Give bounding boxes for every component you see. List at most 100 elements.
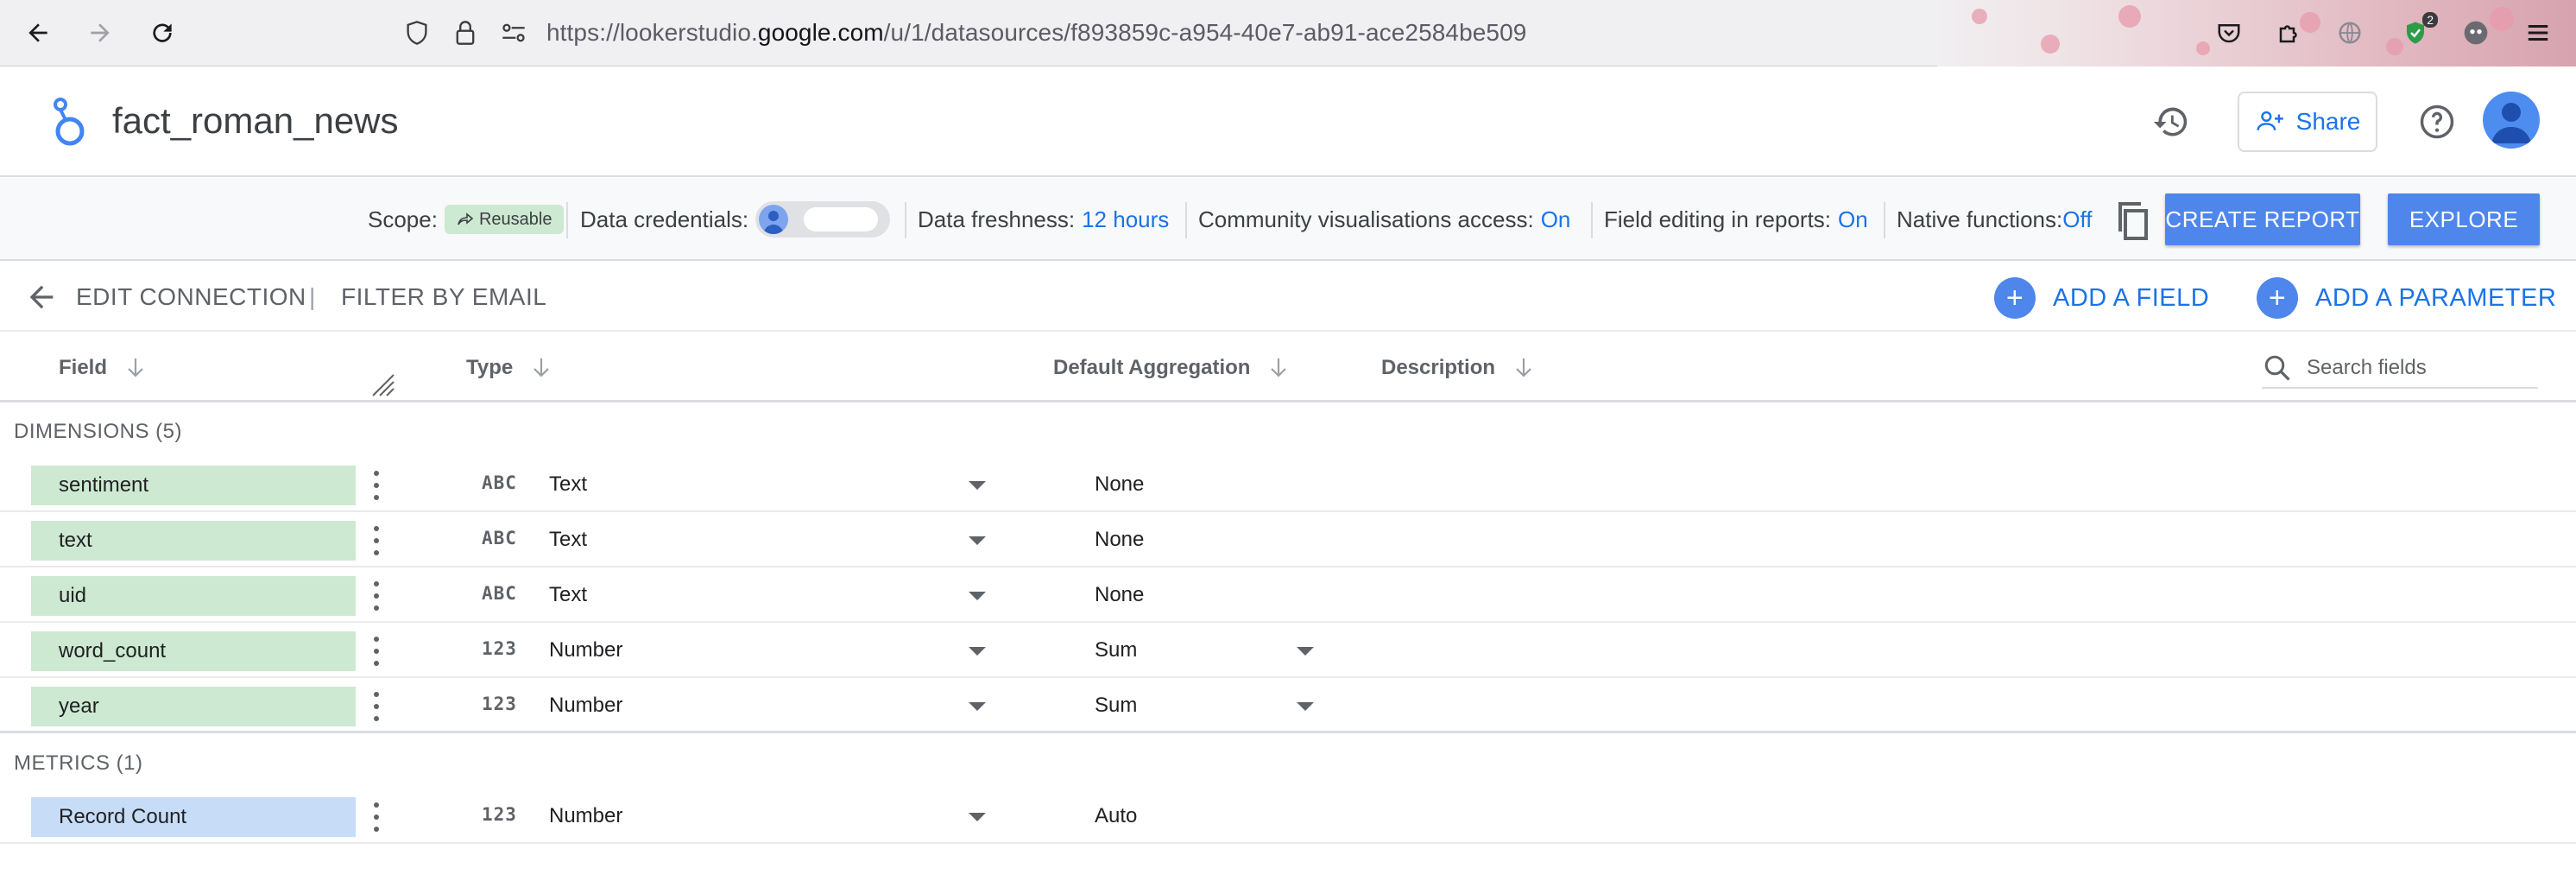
search-fields-box: [2262, 349, 2538, 389]
type-dropdown-arrow-icon[interactable]: [969, 536, 986, 545]
community-vis-setting: Community visualisations access: On: [1198, 178, 1570, 261]
address-bar[interactable]: https://lookerstudio.google.com/u/1/data…: [401, 10, 1955, 55]
type-select[interactable]: Text: [549, 528, 587, 552]
type-select[interactable]: Number: [549, 804, 622, 828]
type-dropdown-arrow-icon[interactable]: [969, 647, 986, 656]
aggregation-select[interactable]: Sum: [1095, 694, 1137, 718]
explore-button[interactable]: EXPLORE: [2388, 193, 2540, 245]
sort-arrow-icon: [534, 358, 550, 377]
metrics-section-label: METRICS (1): [14, 751, 143, 775]
app-header: fact_roman_news Share: [0, 67, 2576, 177]
field-name-pill[interactable]: sentiment: [31, 466, 356, 505]
add-field-button[interactable]: + ADD A FIELD: [1994, 276, 2209, 320]
version-history-icon[interactable]: [2150, 100, 2193, 143]
add-field-label: ADD A FIELD: [2053, 283, 2210, 312]
add-parameter-button[interactable]: + ADD A PARAMETER: [2257, 276, 2556, 320]
more-options-icon[interactable]: [369, 802, 383, 832]
type-select[interactable]: Text: [549, 472, 587, 497]
column-resize-handle-icon[interactable]: [371, 373, 395, 397]
column-header-field[interactable]: Field: [59, 356, 145, 380]
more-options-icon[interactable]: [369, 692, 383, 721]
account-avatar[interactable]: [2483, 92, 2540, 149]
credentials-owner-selector[interactable]: [755, 201, 891, 238]
freshness-value-link[interactable]: 12 hours: [1082, 206, 1169, 233]
menu-hamburger-icon[interactable]: [2521, 16, 2555, 50]
more-options-icon[interactable]: [369, 526, 383, 555]
more-options-icon[interactable]: [369, 471, 383, 500]
native-label: Native functions:: [1897, 206, 2063, 232]
create-report-button[interactable]: CREATE REPORT: [2165, 193, 2360, 245]
field-editing-label: Field editing in reports:: [1604, 206, 1832, 232]
plus-icon: +: [2257, 277, 2298, 319]
scope-label: Scope:: [368, 206, 438, 232]
search-icon: [2264, 355, 2290, 381]
reusable-chip[interactable]: Reusable: [444, 205, 565, 234]
edit-connection-link[interactable]: EDIT CONNECTION: [76, 283, 306, 311]
lock-icon[interactable]: [450, 17, 481, 48]
globe-icon[interactable]: [2333, 16, 2367, 50]
aggregation-dropdown-arrow-icon[interactable]: [1297, 702, 1314, 711]
divider: [1591, 202, 1593, 238]
community-value-link[interactable]: On: [1541, 206, 1571, 233]
field-name-pill[interactable]: Record Count: [31, 797, 356, 837]
copy-data-source-icon[interactable]: [2113, 200, 2151, 242]
share-button[interactable]: Share: [2238, 92, 2377, 152]
type-dropdown-arrow-icon[interactable]: [969, 592, 986, 600]
freshness-label: Data freshness:: [918, 206, 1076, 232]
browser-toolbar: https://lookerstudio.google.com/u/1/data…: [0, 0, 2576, 67]
aggregation-value: None: [1095, 472, 1145, 496]
site-permissions-icon[interactable]: [498, 17, 529, 48]
text-type-icon: ABC: [482, 583, 517, 604]
field-editing-value-link[interactable]: On: [1838, 206, 1868, 233]
search-fields-input[interactable]: [2307, 356, 2522, 380]
url-text: https://lookerstudio.google.com/u/1/data…: [546, 19, 1527, 46]
type-select[interactable]: Number: [549, 638, 622, 662]
field-name-pill[interactable]: word_count: [31, 631, 356, 671]
sort-arrow-icon: [1271, 358, 1287, 377]
share-label: Share: [2295, 108, 2361, 135]
account-extension-icon[interactable]: [2459, 16, 2493, 50]
more-options-icon[interactable]: [369, 637, 383, 666]
type-select[interactable]: Number: [549, 694, 622, 718]
forward-icon[interactable]: [83, 16, 117, 50]
freshness-setting: Data freshness: 12 hours: [918, 178, 1169, 261]
filter-by-email-link[interactable]: FILTER BY EMAIL: [341, 283, 546, 311]
pocket-icon[interactable]: [2212, 16, 2246, 50]
back-icon[interactable]: [21, 16, 55, 50]
field-name-pill[interactable]: year: [31, 687, 356, 726]
field-row: year 123 Number Sum: [0, 678, 2576, 733]
aggregation-dropdown-arrow-icon[interactable]: [1297, 647, 1314, 656]
field-row: uid ABC Text None: [0, 567, 2576, 623]
type-select[interactable]: Text: [549, 583, 587, 607]
reload-icon[interactable]: [145, 16, 180, 50]
column-header-default-aggregation[interactable]: Default Aggregation: [1053, 356, 1288, 380]
divider: [1185, 202, 1187, 238]
field-name-pill[interactable]: text: [31, 521, 356, 561]
help-icon[interactable]: [2415, 100, 2459, 143]
more-options-icon[interactable]: [369, 581, 383, 611]
type-dropdown-arrow-icon[interactable]: [969, 813, 986, 821]
native-value-link[interactable]: Off: [2062, 206, 2092, 233]
type-dropdown-arrow-icon[interactable]: [969, 481, 986, 490]
column-header-description[interactable]: Description: [1381, 356, 1533, 380]
text-type-icon: ABC: [482, 528, 517, 548]
divider: [566, 202, 568, 238]
shield-icon[interactable]: [401, 17, 432, 48]
looker-studio-logo-icon[interactable]: [48, 97, 92, 150]
share-arrow-icon: [458, 212, 474, 225]
back-arrow-icon[interactable]: [24, 280, 59, 314]
shield-check-extension-icon[interactable]: 2: [2398, 12, 2438, 50]
data-source-title[interactable]: fact_roman_news: [112, 100, 399, 142]
field-name-pill[interactable]: uid: [31, 576, 356, 616]
sort-arrow-icon: [128, 358, 143, 377]
field-row: text ABC Text None: [0, 512, 2576, 567]
add-parameter-label: ADD A PARAMETER: [2315, 283, 2557, 312]
extension-badge: 2: [2422, 12, 2438, 28]
extensions-puzzle-icon[interactable]: [2272, 16, 2307, 50]
text-type-icon: ABC: [482, 472, 517, 493]
column-header-type[interactable]: Type: [466, 356, 551, 380]
aggregation-select[interactable]: Sum: [1095, 638, 1137, 662]
type-dropdown-arrow-icon[interactable]: [969, 702, 986, 711]
add-person-icon: [2257, 111, 2283, 130]
number-type-icon: 123: [482, 694, 517, 714]
